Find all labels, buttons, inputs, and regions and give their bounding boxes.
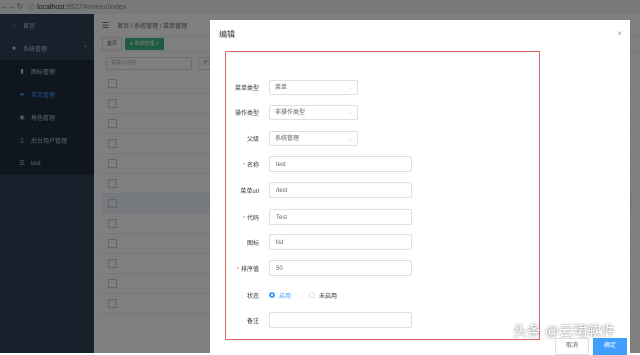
edit-form: 菜单类型 菜单 ⌄ 操作类型 非操作类型 ⌄ 父级 系统管理 ⌄ * 名称 test … [225,51,540,340]
url-input[interactable]: /test [269,182,412,198]
icon-input[interactable]: list [269,234,412,250]
status-label: 状态 [246,293,259,300]
radio-label: 启用 [279,293,292,300]
op-type-value: 非操作类型 [275,109,306,116]
radio-dot-icon [309,292,316,298]
form-row-icon: 图标 list [226,234,539,250]
code-label: * 代码 [242,215,259,222]
radio-label: 未启用 [319,293,338,300]
form-row-sort: * 排序值 50 [226,260,539,276]
parent-value: 系统管理 [275,135,300,142]
sort-label: * 排序值 [236,266,259,273]
remark-label: 备注 [246,318,259,325]
icon-label: 图标 [246,240,259,247]
menu-type-select[interactable]: 菜单 ⌄ [269,79,358,95]
form-row-op-type: 操作类型 非操作类型 ⌄ [226,104,539,120]
form-row-remark: 备注 [226,312,539,328]
name-label: * 名称 [242,162,259,169]
status-radio-enabled[interactable]: 启用 [269,291,291,300]
chevron-down-icon: ⌄ [347,135,352,142]
close-icon[interactable]: × [617,29,622,38]
edit-dialog: 编辑 × 菜单类型 菜单 ⌄ 操作类型 非操作类型 ⌄ 父级 系统管理 ⌄ * 名称 … [210,20,630,353]
parent-select[interactable]: 系统管理 ⌄ [269,130,358,146]
chevron-down-icon: ⌄ [347,84,352,91]
name-input[interactable]: test [269,156,412,172]
form-row-menu-type: 菜单类型 菜单 ⌄ [226,79,539,95]
form-row-code: * 代码 Test [226,209,539,225]
op-type-label: 操作类型 [234,110,259,117]
menu-type-value: 菜单 [275,84,288,91]
chevron-down-icon: ⌄ [347,109,352,116]
code-input[interactable]: Test [269,209,412,225]
form-row-url: 菜单url /test [226,182,539,198]
menu-type-label: 菜单类型 [234,85,259,92]
parent-label: 父级 [246,136,259,143]
status-radio-disabled[interactable]: 未启用 [309,291,337,300]
url-label: 菜单url [240,188,259,195]
form-row-parent: 父级 系统管理 ⌄ [226,130,539,146]
radio-dot-icon [269,292,275,298]
form-row-name: * 名称 test [226,156,539,172]
form-row-status: 状态 启用 未启用 [226,287,539,303]
op-type-select[interactable]: 非操作类型 ⌄ [269,104,358,120]
remark-input[interactable] [269,312,412,328]
dialog-title: 编辑 [219,30,235,39]
watermark: 头条 @云珺软件 [513,323,616,339]
sort-input[interactable]: 50 [269,260,412,276]
